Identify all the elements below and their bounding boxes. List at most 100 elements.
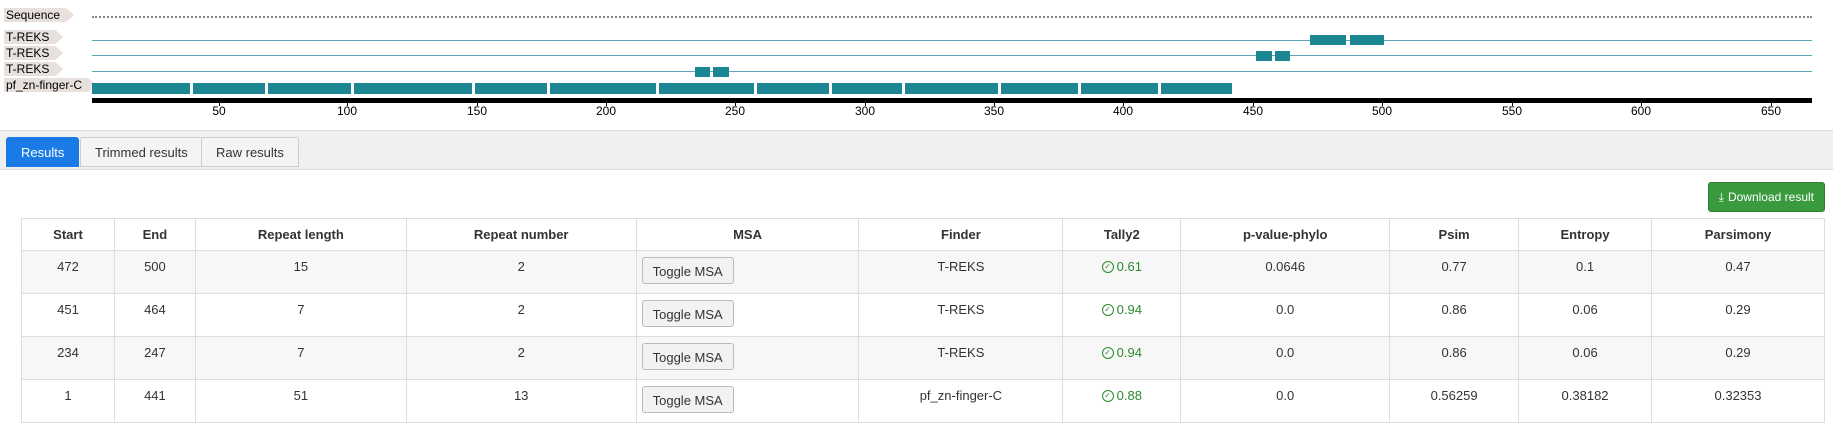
table-row: 451 464 7 2 Toggle MSA T-REKS ✓ 0.94 0.0 … xyxy=(21,293,1825,337)
toggle-msa-button[interactable]: Toggle MSA xyxy=(641,386,734,413)
col-header-entropy[interactable]: Entropy xyxy=(1518,218,1652,251)
check-circle-icon: ✓ xyxy=(1101,260,1114,273)
cell-start: 1 xyxy=(21,379,115,423)
repeat-segment[interactable] xyxy=(550,83,656,94)
axis-tick-label: 500 xyxy=(1371,104,1393,118)
track-line-treks-2 xyxy=(92,55,1812,56)
track-line-treks-3 xyxy=(92,71,1812,72)
col-header-parsimony[interactable]: Parsimony xyxy=(1651,218,1825,251)
axis-tick-label: 300 xyxy=(854,104,876,118)
axis-tick-label: 200 xyxy=(595,104,617,118)
cell-repeat-number: 2 xyxy=(405,250,637,294)
repeat-segment[interactable] xyxy=(1256,51,1272,61)
repeat-segment[interactable] xyxy=(659,83,754,94)
axis-tick-label: 450 xyxy=(1242,104,1264,118)
table-row: 472 500 15 2 Toggle MSA T-REKS ✓ 0.61 0.0… xyxy=(21,250,1825,294)
axis-tick-label: 600 xyxy=(1630,104,1652,118)
toggle-msa-button[interactable]: Toggle MSA xyxy=(641,300,734,327)
cell-finder: T-REKS xyxy=(858,293,1064,337)
col-header-psim[interactable]: Psim xyxy=(1389,218,1520,251)
cell-parsimony: 0.29 xyxy=(1651,293,1825,337)
cell-psim: 0.77 xyxy=(1389,250,1520,294)
col-header-repeat-length[interactable]: Repeat length xyxy=(194,218,407,251)
cell-repeat-number: 2 xyxy=(405,336,637,380)
cell-start: 472 xyxy=(21,250,115,294)
repeat-segment[interactable] xyxy=(1161,83,1232,94)
repeat-segment[interactable] xyxy=(475,83,547,94)
results-panel: Results Trimmed results Raw results ⤓ Dow… xyxy=(0,130,1833,437)
cell-finder: T-REKS xyxy=(858,336,1064,380)
cell-repeat-length: 7 xyxy=(194,293,407,337)
cell-p-value-phylo: 0.0 xyxy=(1180,336,1391,380)
cell-finder: pf_zn-finger-C xyxy=(858,379,1064,423)
cell-psim: 0.86 xyxy=(1389,336,1520,380)
table-header-row: Start End Repeat length Repeat number MS… xyxy=(21,218,1825,251)
repeat-segment[interactable] xyxy=(1081,83,1158,94)
cell-psim: 0.56259 xyxy=(1389,379,1520,423)
cell-end: 464 xyxy=(113,293,196,337)
cell-repeat-length: 51 xyxy=(194,379,407,423)
cell-p-value-phylo: 0.0 xyxy=(1180,379,1391,423)
position-axis xyxy=(92,98,1812,103)
col-header-repeat-number[interactable]: Repeat number xyxy=(405,218,637,251)
cell-tally2: ✓ 0.94 xyxy=(1062,293,1182,337)
repeat-segment[interactable] xyxy=(905,83,998,94)
axis-tick-label: 50 xyxy=(212,104,226,118)
tab-raw-results[interactable]: Raw results xyxy=(201,137,299,167)
results-tabbar: Results Trimmed results Raw results xyxy=(0,131,1833,170)
cell-repeat-length: 7 xyxy=(194,336,407,380)
col-header-p-value-phylo[interactable]: p-value-phylo xyxy=(1180,218,1391,251)
cell-entropy: 0.06 xyxy=(1518,336,1652,380)
cell-tally2: ✓ 0.88 xyxy=(1062,379,1182,423)
download-result-button[interactable]: ⤓ Download result xyxy=(1707,182,1825,212)
table-row: 1 441 51 13 Toggle MSA pf_zn-finger-C ✓ 0… xyxy=(21,379,1825,423)
cell-start: 234 xyxy=(21,336,115,380)
repeat-segment[interactable] xyxy=(92,83,190,94)
download-label: Download result xyxy=(1727,190,1814,204)
cell-parsimony: 0.32353 xyxy=(1651,379,1825,423)
col-header-tally2[interactable]: Tally2 xyxy=(1062,218,1182,251)
repeat-segment[interactable] xyxy=(268,83,351,94)
results-table: Start End Repeat length Repeat number MS… xyxy=(21,218,1825,423)
repeat-segment[interactable] xyxy=(1275,51,1290,61)
repeat-segment[interactable] xyxy=(1350,35,1384,45)
repeat-segment[interactable] xyxy=(695,67,710,77)
check-circle-icon: ✓ xyxy=(1101,389,1114,402)
cell-entropy: 0.38182 xyxy=(1518,379,1652,423)
axis-tick-label: 250 xyxy=(724,104,746,118)
axis-tick-label: 650 xyxy=(1760,104,1782,118)
cell-tally2: ✓ 0.94 xyxy=(1062,336,1182,380)
cell-msa: Toggle MSA xyxy=(635,293,860,337)
col-header-start[interactable]: Start xyxy=(21,218,115,251)
repeat-segment[interactable] xyxy=(713,67,729,77)
col-header-end[interactable]: End xyxy=(113,218,196,251)
axis-tick-label: 350 xyxy=(983,104,1005,118)
repeat-segment[interactable] xyxy=(1310,35,1346,45)
cell-finder: T-REKS xyxy=(858,250,1064,294)
cell-p-value-phylo: 0.0 xyxy=(1180,293,1391,337)
col-header-msa: MSA xyxy=(635,218,860,251)
toggle-msa-button[interactable]: Toggle MSA xyxy=(641,343,734,370)
repeat-segment[interactable] xyxy=(832,83,902,94)
cell-end: 441 xyxy=(113,379,196,423)
axis-tick-label: 400 xyxy=(1112,104,1134,118)
track-line-treks-1 xyxy=(92,40,1812,41)
tally2-value: 0.94 xyxy=(1116,345,1142,360)
repeat-segment[interactable] xyxy=(354,83,472,94)
toggle-msa-button[interactable]: Toggle MSA xyxy=(641,257,734,284)
tab-trimmed-results[interactable]: Trimmed results xyxy=(80,137,203,167)
repeat-segment[interactable] xyxy=(1001,83,1078,94)
axis-tick-label: 550 xyxy=(1501,104,1523,118)
tab-results[interactable]: Results xyxy=(6,137,80,167)
col-header-finder[interactable]: Finder xyxy=(858,218,1064,251)
download-icon: ⤓ xyxy=(1718,190,1724,204)
tally2-value: 0.94 xyxy=(1116,302,1142,317)
cell-msa: Toggle MSA xyxy=(635,250,860,294)
cell-repeat-length: 15 xyxy=(194,250,407,294)
repeat-segment[interactable] xyxy=(757,83,829,94)
sequence-track-line xyxy=(92,16,1812,18)
axis-tick-label: 150 xyxy=(466,104,488,118)
cell-tally2: ✓ 0.61 xyxy=(1062,250,1182,294)
repeat-segment[interactable] xyxy=(193,83,265,94)
cell-start: 451 xyxy=(21,293,115,337)
